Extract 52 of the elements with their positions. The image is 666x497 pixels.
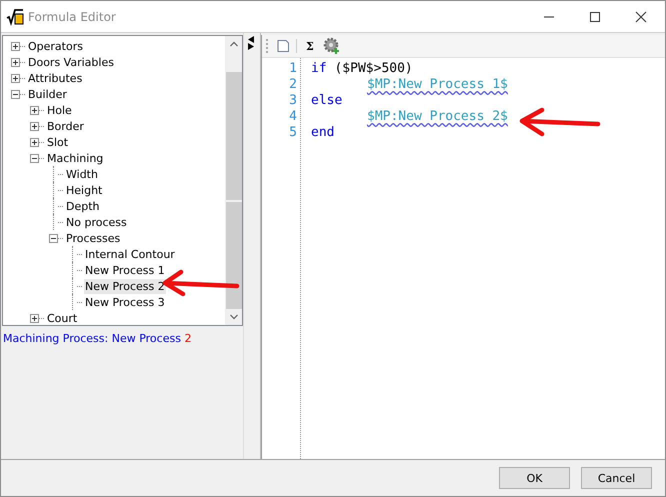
code-keyword: end [311, 125, 334, 140]
expand-icon[interactable] [11, 42, 20, 50]
sum-button[interactable]: Σ [303, 40, 317, 52]
expand-icon[interactable] [30, 314, 39, 322]
close-icon[interactable] [635, 10, 647, 22]
gear-icon[interactable] [322, 37, 341, 55]
code-editor[interactable]: 1 2 3 4 5 if ($PW$>500) $MP:New Process 1$ else $MP:New Process 2$ end [262, 58, 665, 459]
tree-item[interactable]: New Process 3 [84, 294, 166, 310]
ok-button[interactable]: OK [499, 467, 570, 489]
tree-item[interactable]: Hole [46, 102, 73, 118]
tree-item[interactable]: Border [46, 118, 85, 134]
code-variable: $MP:New Process 1$ [367, 77, 508, 92]
tree-item[interactable]: No process [65, 214, 128, 230]
tree-item[interactable]: Processes [65, 230, 122, 246]
code-text: ($PW$>500) [333, 61, 413, 76]
status-text: Machining Process: New Process 2 [2, 331, 192, 347]
line-number: 5 [288, 125, 298, 141]
tree-item[interactable]: Operators [27, 38, 84, 54]
code-keyword: if [311, 61, 327, 76]
collapse-icon[interactable] [11, 90, 20, 98]
code-keyword: else [311, 93, 342, 108]
collapse-icon[interactable] [30, 154, 39, 162]
cancel-button[interactable]: Cancel [581, 467, 652, 489]
expand-icon[interactable] [30, 122, 39, 130]
window-title: Formula Editor [28, 10, 116, 24]
expand-icon[interactable] [11, 58, 20, 66]
formula-icon [6, 8, 24, 26]
expand-icon[interactable] [30, 106, 39, 114]
tree-item[interactable]: Height [65, 182, 104, 198]
tree-item[interactable]: Internal Contour [84, 246, 176, 262]
collapse-icon[interactable] [49, 234, 58, 242]
tree-item[interactable]: Doors Variables [27, 54, 115, 70]
line-number: 3 [288, 93, 298, 109]
splitter-arrows-icon[interactable] [247, 36, 255, 50]
tree-item[interactable]: Depth [65, 198, 101, 214]
code-variable: $MP:New Process 2$ [367, 109, 508, 124]
tree-item[interactable]: Machining [46, 150, 104, 166]
tree-item[interactable]: Attributes [27, 70, 84, 86]
line-number: 1 [288, 61, 298, 77]
tree-item[interactable]: Builder [27, 86, 68, 102]
tree-item[interactable]: New Process 2 [84, 278, 166, 294]
expand-icon[interactable] [11, 74, 20, 82]
scrollbar[interactable] [225, 36, 242, 325]
line-number: 4 [288, 109, 298, 125]
maximize-icon[interactable] [589, 10, 601, 22]
tree-item[interactable]: Width [65, 166, 99, 182]
tree-item[interactable]: New Process 1 [84, 262, 166, 278]
line-number: 2 [288, 77, 298, 93]
new-page-icon[interactable] [276, 39, 290, 53]
tree-item[interactable]: Court [46, 310, 78, 326]
expand-icon[interactable] [30, 138, 39, 146]
tree-item[interactable]: Slot [46, 134, 70, 150]
